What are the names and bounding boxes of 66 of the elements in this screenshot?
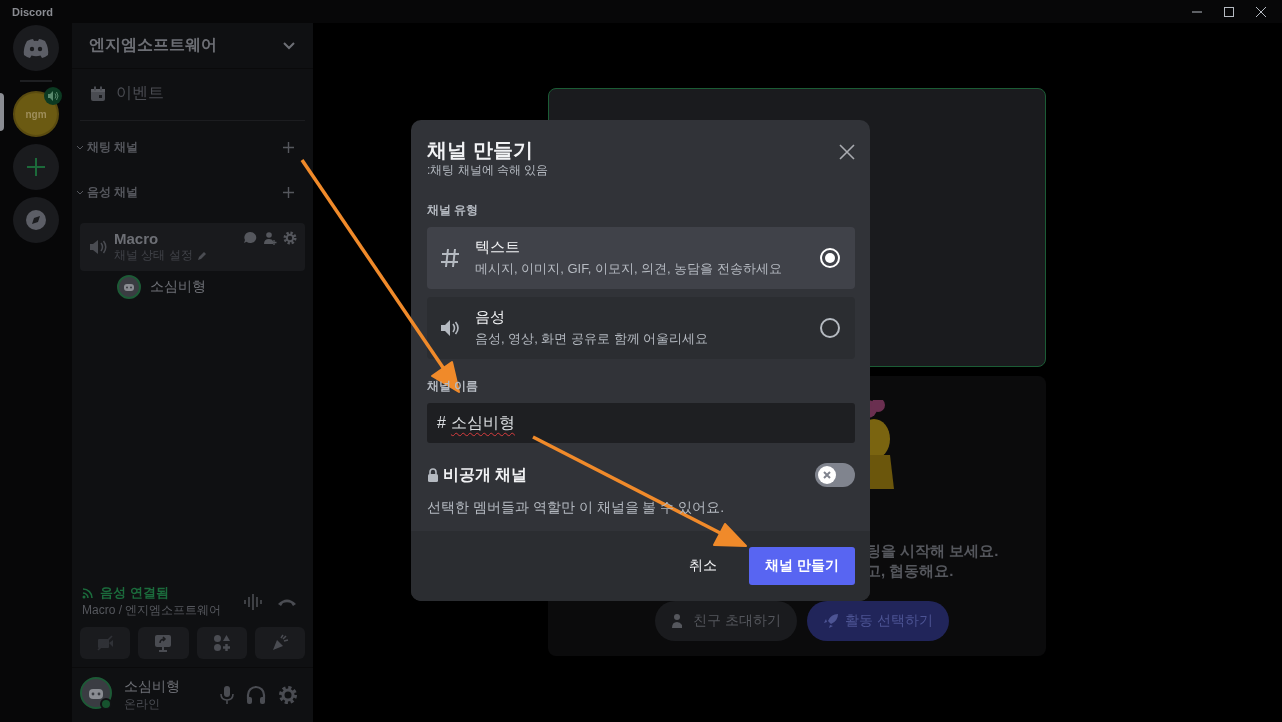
camera-off-icon — [96, 635, 115, 651]
noise-wave-icon[interactable] — [243, 592, 263, 611]
radio-button-icon — [819, 247, 841, 269]
calendar-icon — [90, 85, 106, 102]
category-header[interactable]: 음성 채널 — [76, 184, 139, 201]
settings-icon[interactable] — [283, 231, 297, 245]
compass-icon — [25, 209, 47, 231]
plus-icon — [26, 157, 46, 177]
close-icon[interactable] — [839, 144, 855, 160]
party-popper-icon — [270, 634, 289, 652]
radio-button-icon — [819, 317, 841, 339]
pencil-icon[interactable] — [196, 250, 207, 261]
cancel-button[interactable]: 취소 — [669, 547, 738, 585]
rocket-icon — [822, 613, 839, 629]
add-channel-icon[interactable] — [283, 187, 294, 198]
microphone-icon[interactable] — [220, 685, 234, 705]
option-title: 음성 — [475, 308, 506, 327]
channel-name: Macro — [114, 230, 160, 247]
connection-location[interactable]: Macro / 엔지엠소프트웨어 — [82, 602, 229, 619]
section-label: 채널 유형 — [427, 202, 480, 219]
add-server-button[interactable] — [13, 144, 59, 190]
home-button[interactable] — [13, 25, 59, 71]
avatar-icon — [117, 275, 141, 299]
create-channel-button[interactable]: 채널 만들기 — [749, 547, 855, 585]
private-channel-label: 비공개 채널 — [443, 464, 528, 485]
speaker-icon — [88, 238, 108, 256]
shapes-icon — [212, 634, 231, 652]
chevron-down-icon — [283, 41, 295, 50]
maximize-icon[interactable] — [1224, 6, 1234, 17]
dialog-title: 채널 만들기 — [427, 138, 534, 162]
add-channel-icon[interactable] — [283, 142, 294, 153]
screen-share-button[interactable] — [138, 627, 189, 659]
private-toggle[interactable] — [815, 463, 855, 487]
invite-button[interactable]: 친구 초대하기 — [655, 601, 797, 641]
close-icon[interactable] — [1256, 6, 1266, 17]
chat-bubble-icon[interactable] — [243, 231, 257, 245]
add-user-icon[interactable] — [263, 231, 277, 245]
hash-icon — [439, 247, 461, 269]
monitor-icon — [154, 634, 173, 652]
activity-button[interactable]: 활동 선택하기 — [806, 601, 949, 641]
signal-icon — [82, 587, 96, 599]
x-icon — [822, 470, 832, 480]
connection-status: 음성 연결됨 — [100, 584, 169, 602]
server-avatar[interactable]: ngm — [13, 91, 59, 137]
settings-icon[interactable] — [278, 685, 298, 705]
option-description: 음성, 영상, 화면 공유로 함께 어울리세요 — [475, 330, 710, 348]
controller-icon — [23, 38, 49, 58]
soundboard-button[interactable] — [254, 627, 305, 659]
events-item[interactable]: 이벤트 — [72, 69, 313, 116]
user-avatar-icon — [80, 677, 112, 709]
channel-type-option[interactable]: 음성 음성, 영상, 화면 공유로 함께 어울리세요 — [427, 297, 855, 359]
explore-button[interactable] — [13, 197, 59, 243]
user-status: 온라인 — [124, 695, 161, 713]
dialog-subtitle: :채팅 채널에 속해 있음 — [427, 162, 549, 179]
lock-icon — [427, 468, 439, 482]
headphones-icon[interactable] — [246, 685, 266, 705]
option-description: 메시지, 이미지, GIF, 이모지, 의견, 농담을 전송하세요 — [475, 260, 783, 278]
window-title: Discord — [12, 5, 53, 18]
activities-button[interactable] — [196, 627, 247, 659]
channel-name-field[interactable]: # 소심비형 — [427, 403, 855, 443]
voice-member-item[interactable]: 소심비형 — [72, 271, 313, 299]
camera-off-button[interactable] — [80, 627, 131, 659]
category-header[interactable]: 채팅 채널 — [76, 139, 139, 156]
channel-type-option[interactable]: 텍스트 메시지, 이미지, GIF, 이모지, 의견, 농담을 전송하세요 — [427, 227, 855, 289]
option-title: 텍스트 — [475, 238, 521, 257]
user-name: 소심비형 — [124, 677, 181, 696]
